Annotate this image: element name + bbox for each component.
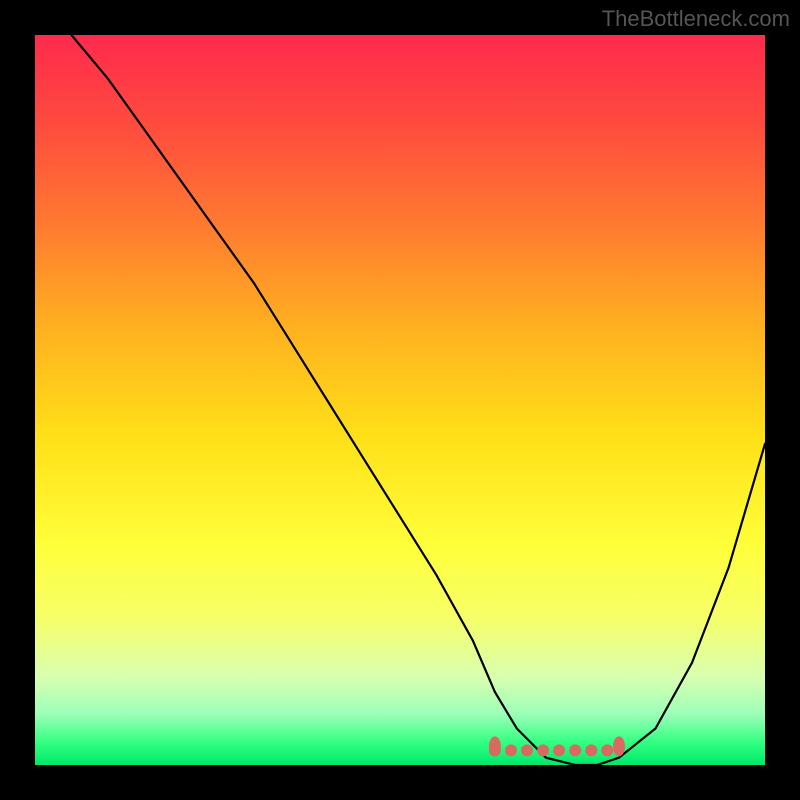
sweet-spot-marker [521, 744, 533, 756]
sweet-spot-endcap [489, 736, 501, 756]
plot-svg [35, 35, 765, 765]
sweet-spot-marker [585, 744, 597, 756]
sweet-spot-marker [569, 744, 581, 756]
sweet-spot-marker [505, 744, 517, 756]
sweet-spot-marker [537, 744, 549, 756]
bottleneck-curve [72, 35, 766, 765]
chart-frame: TheBottleneck.com [0, 0, 800, 800]
watermark-text: TheBottleneck.com [602, 6, 790, 32]
sweet-spot-marker [601, 744, 613, 756]
sweet-spot-marker [553, 744, 565, 756]
sweet-spot-endcap [613, 736, 625, 756]
